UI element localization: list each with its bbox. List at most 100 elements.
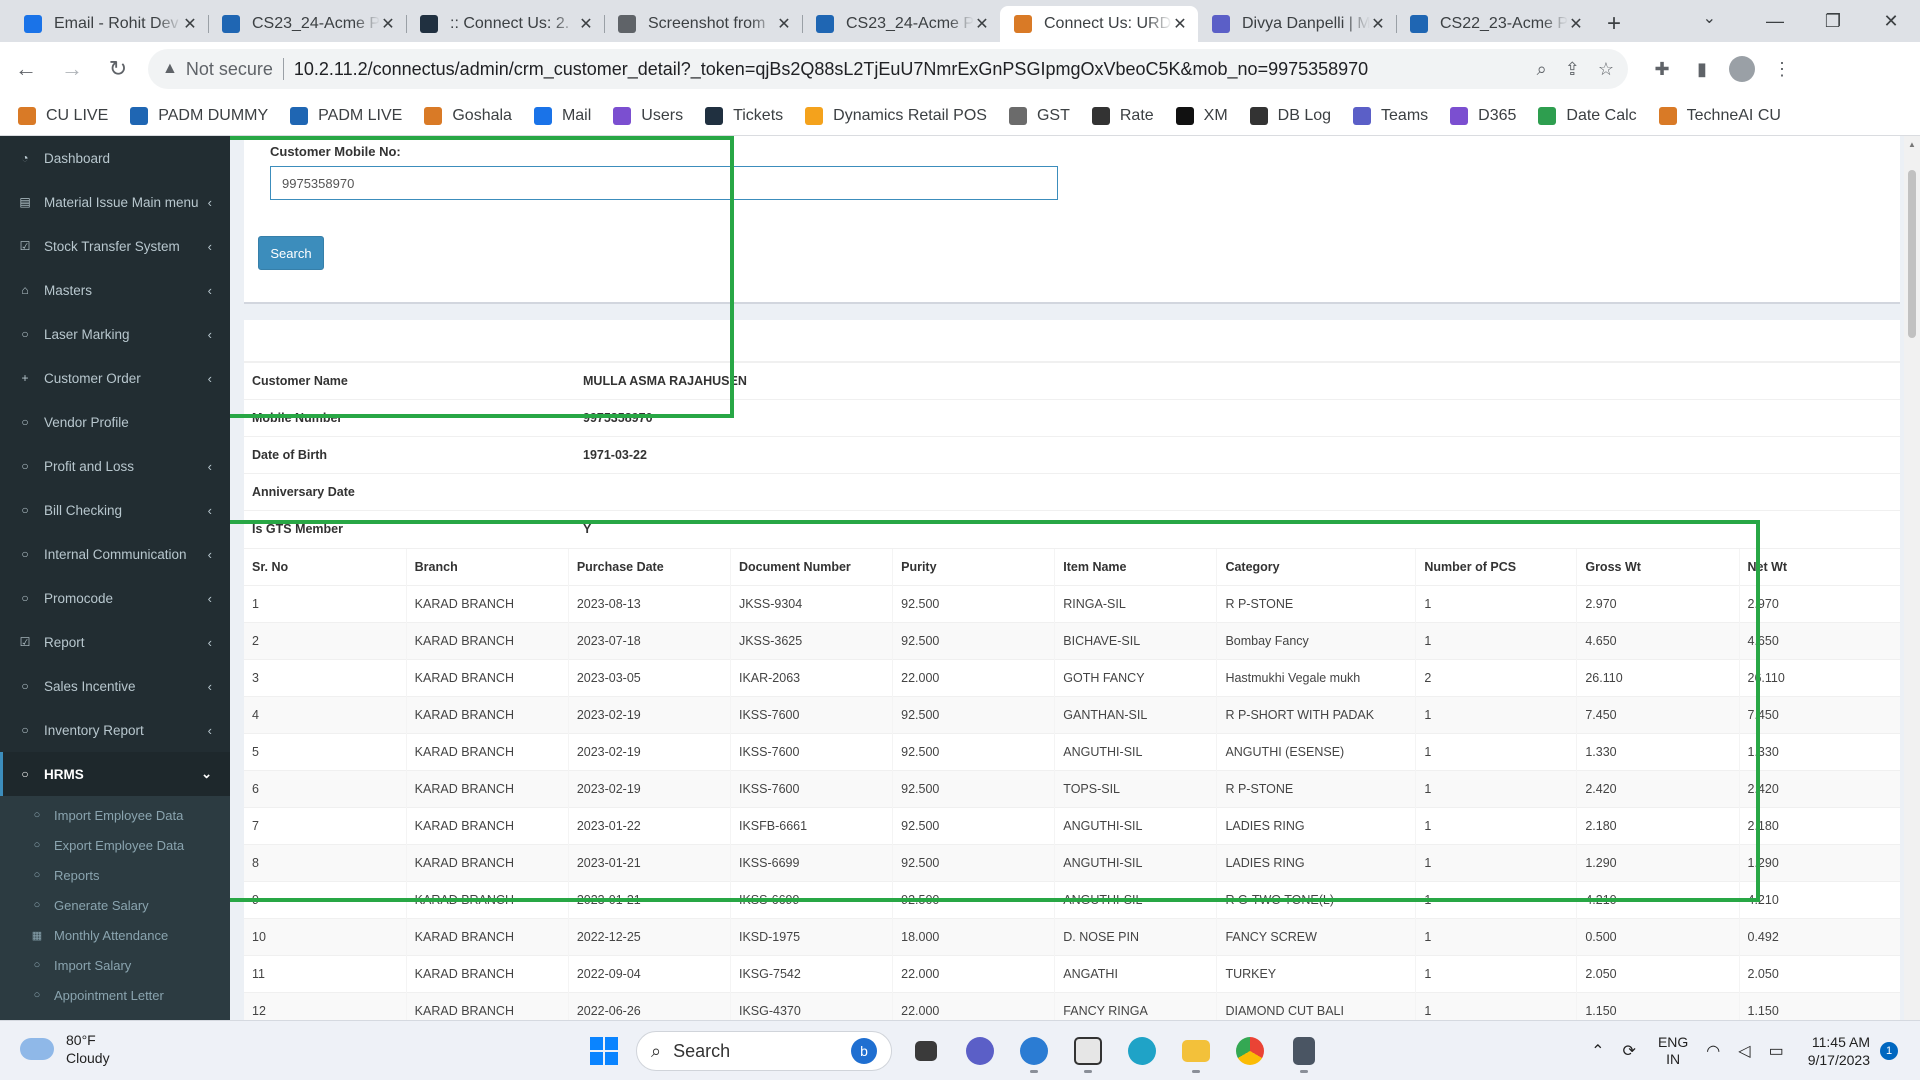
bookmark-item[interactable]: Teams [1353,106,1428,125]
bookmark-item[interactable]: D365 [1450,106,1516,125]
tab-close-icon[interactable]: ✕ [182,14,198,34]
reload-icon[interactable]: ↻ [98,49,138,89]
sidebar-item[interactable]: ○ Promocode ‹ [0,576,230,620]
sidebar-item[interactable]: ⌂ Masters ‹ [0,268,230,312]
sidebar-item[interactable]: ○ Inventory Report ‹ [0,708,230,752]
sidebar-item[interactable]: ○ Bill Checking ‹ [0,488,230,532]
column-header[interactable]: Document Number [729,547,893,585]
restore-icon[interactable]: ❐ [1804,0,1862,42]
start-button[interactable] [582,1029,626,1073]
column-header[interactable]: Category [1216,547,1416,585]
browser-menu-icon[interactable]: ⋮ [1762,59,1802,80]
sidebar-item[interactable]: ☑ Stock Transfer System ‹ [0,224,230,268]
scrollbar-thumb[interactable] [1908,170,1916,338]
bookmark-item[interactable]: GST [1008,106,1070,125]
volume-icon[interactable]: ◁ [1738,1041,1750,1061]
bookmark-item[interactable]: Users [613,106,683,125]
edge-browser-icon[interactable] [1120,1029,1164,1073]
chevron-up-icon[interactable]: ⌃ [1591,1041,1604,1061]
bookmark-item[interactable]: Rate [1091,106,1154,125]
close-window-icon[interactable]: ✕ [1862,0,1920,42]
tab-close-icon[interactable]: ✕ [776,14,792,34]
forward-arrow-icon[interactable]: → [52,49,92,89]
browser-tab[interactable]: Divya Danpelli | M ✕ [1198,6,1396,42]
customer-mobile-input[interactable] [270,166,1058,200]
address-bar[interactable]: ▲ Not secure 10.2.11.2/connectus/admin/c… [148,49,1628,89]
search-button[interactable]: Search [258,236,324,270]
sidebar-item-hrms[interactable]: ○ HRMS ⌄ [0,752,230,796]
sidebar-item[interactable]: ▤ Material Issue Main menu ‹ [0,180,230,224]
bookmark-item[interactable]: CU LIVE [18,106,108,125]
url-text[interactable]: 10.2.11.2/connectus/admin/crm_customer_d… [294,59,1519,80]
bookmark-item[interactable]: XM [1175,106,1228,125]
wifi-icon[interactable]: ◠ [1706,1041,1720,1061]
sidebar-item[interactable]: ○ Sales Incentive ‹ [0,664,230,708]
sidebar-subitem[interactable]: ○ Generate Salary [0,890,230,920]
sidebar-subitem[interactable]: ○ Appointment Letter [0,980,230,1010]
file-explorer-icon[interactable] [1174,1029,1218,1073]
sidebar-subitem[interactable]: ▦Form 16 Master [0,1010,230,1021]
sidebar-subitem[interactable]: ○ Export Employee Data [0,830,230,860]
sidebar-subitem[interactable]: ▦ Monthly Attendance [0,920,230,950]
bing-icon[interactable]: b [851,1038,877,1064]
sidebar-item[interactable]: ○ Internal Communication ‹ [0,532,230,576]
sidebar-item[interactable]: ○ Laser Marking ‹ [0,312,230,356]
share-icon[interactable]: ⇪ [1565,59,1580,80]
bookmark-item[interactable]: PADM LIVE [290,106,402,125]
browser-tab[interactable]: Email - Rohit Dev ✕ [10,6,208,42]
sidebar-item[interactable]: ☑ Report ‹ [0,620,230,664]
language-indicator[interactable]: ENG IN [1658,1034,1688,1068]
zoom-icon[interactable]: ⌕ [1537,59,1547,80]
bookmark-item[interactable]: TechneAI CU [1658,106,1781,125]
column-header[interactable]: Gross Wt [1576,547,1739,585]
vnc-viewer-icon[interactable] [1066,1029,1110,1073]
new-tab-button[interactable]: + [1594,6,1634,42]
task-view-icon[interactable] [904,1029,948,1073]
bookmark-star-icon[interactable]: ☆ [1598,59,1614,80]
not-secure-label[interactable]: Not secure [186,59,273,80]
taskbar-search-box[interactable]: ⌕ Search b [636,1031,892,1071]
bookmark-item[interactable]: Goshala [424,106,512,125]
sidebar-subitem[interactable]: ○ Import Salary [0,950,230,980]
bookmark-item[interactable]: PADM DUMMY [130,106,268,125]
tab-close-icon[interactable]: ✕ [974,14,990,34]
browser-tab[interactable]: CS23_24-Acme Pa ✕ [802,6,1000,42]
tab-close-icon[interactable]: ✕ [1568,14,1584,34]
calculator-icon[interactable] [1282,1029,1326,1073]
page-scrollbar[interactable]: ▲ [1904,136,1920,1020]
tab-close-icon[interactable]: ✕ [1172,14,1188,34]
scroll-up-arrow-icon[interactable]: ▲ [1908,140,1916,149]
bookmark-item[interactable]: DB Log [1249,106,1331,125]
column-header[interactable]: Purity [892,547,1055,585]
tab-close-icon[interactable]: ✕ [1370,14,1386,34]
bookmark-item[interactable]: Date Calc [1538,106,1637,125]
column-header[interactable]: Number of PCS [1415,547,1577,585]
browser-tab[interactable]: Connect Us: URD ✕ [1000,6,1198,42]
warning-triangle-icon[interactable]: ▲ [162,60,178,78]
bookmark-item[interactable]: Tickets [705,106,783,125]
browser-tab[interactable]: :: Connect Us: 2. ✕ [406,6,604,42]
tab-search-chevron-icon[interactable]: ⌄ [1703,8,1716,28]
sidebar-subitem[interactable]: ○ Import Employee Data [0,800,230,830]
minimize-icon[interactable]: — [1746,0,1804,42]
chrome-browser-icon[interactable] [1228,1029,1272,1073]
clock[interactable]: 11:45 AM 9/17/2023 [1808,1033,1870,1069]
side-panel-icon[interactable]: ▮ [1682,59,1722,80]
browser-tab[interactable]: Screenshot from ✕ [604,6,802,42]
column-header[interactable]: Sr. No [244,547,407,585]
back-arrow-icon[interactable]: ← [6,49,46,89]
sidebar-item[interactable]: ○ Vendor Profile [0,400,230,444]
sidebar-item[interactable]: ○ Profit and Loss ‹ [0,444,230,488]
profile-avatar-icon[interactable] [1729,56,1755,82]
column-header[interactable]: Purchase Date [567,547,731,585]
browser-tab[interactable]: CS23_24-Acme Pa ✕ [208,6,406,42]
phone-app-icon[interactable] [1012,1029,1056,1073]
column-header[interactable]: Item Name [1054,547,1217,585]
tab-close-icon[interactable]: ✕ [578,14,594,34]
teams-chat-icon[interactable] [958,1029,1002,1073]
bookmark-item[interactable]: Dynamics Retail POS [805,106,987,125]
sync-icon[interactable]: ⟳ [1623,1041,1636,1061]
bookmark-item[interactable]: Mail [533,106,591,125]
sidebar-item[interactable]: ◔ Dashboard [0,136,230,180]
column-header[interactable]: Branch [405,547,569,585]
